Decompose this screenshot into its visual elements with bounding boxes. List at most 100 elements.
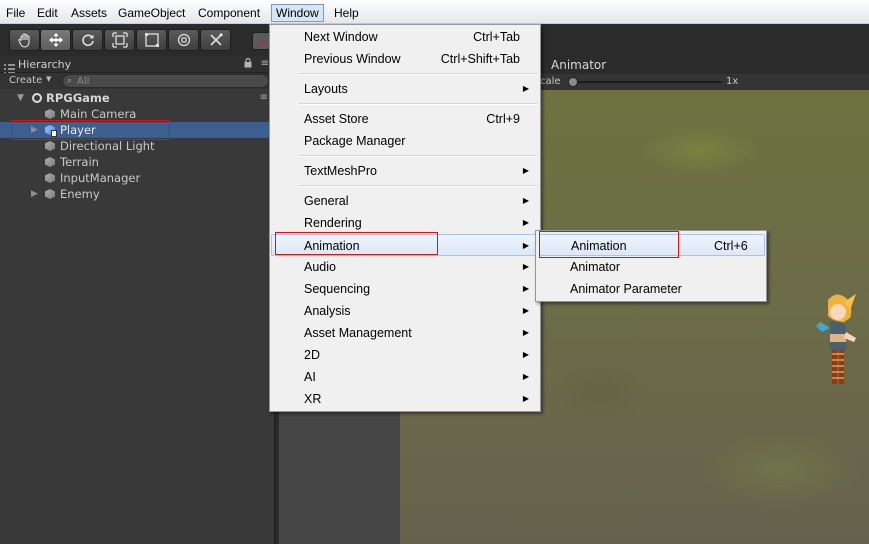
- submenu-item-animator-parameter[interactable]: Animator Parameter: [539, 278, 765, 300]
- hierarchy-item[interactable]: InputManager: [0, 170, 274, 186]
- animation-menu-highlight-box: [275, 232, 438, 255]
- menu-item-label: XR: [304, 392, 322, 406]
- hierarchy-item-label: Directional Light: [60, 139, 155, 153]
- menu-assets[interactable]: Assets: [71, 4, 107, 22]
- scene-row[interactable]: ▼ RPGGame ≡: [0, 90, 274, 106]
- submenu-arrow-icon: ▶: [522, 328, 529, 337]
- menu-edit[interactable]: Edit: [37, 4, 58, 22]
- menu-item-xr[interactable]: XR ▶: [271, 388, 539, 410]
- menu-item-label: Analysis: [304, 304, 351, 318]
- menu-item-label: Animator Parameter: [570, 282, 682, 296]
- menu-item-label: Sequencing: [304, 282, 371, 296]
- submenu-arrow-icon: ▶: [522, 372, 529, 381]
- create-caret-icon: ▼: [46, 75, 52, 83]
- menu-file[interactable]: File: [6, 4, 25, 22]
- menu-item-label: Layouts: [304, 82, 348, 96]
- menu-item-shortcut: Ctrl+9: [486, 112, 520, 126]
- scale-tool-icon[interactable]: [104, 29, 135, 51]
- player-highlight-box: [11, 120, 170, 140]
- menu-item-label: Previous Window: [304, 52, 401, 66]
- gameobject-cube-icon: [45, 157, 55, 167]
- search-icon: ⌕: [67, 76, 73, 86]
- menu-item-analysis[interactable]: Analysis ▶: [271, 300, 539, 322]
- move-tool-icon[interactable]: [40, 29, 71, 51]
- scale-bar: cale 1x: [540, 74, 869, 90]
- scene-menu-icon[interactable]: ≡: [260, 90, 268, 106]
- scale-slider-track[interactable]: [572, 81, 722, 83]
- menu-item-shortcut: Ctrl+Shift+Tab: [440, 52, 520, 66]
- menu-item-audio[interactable]: Audio ▶: [271, 256, 539, 278]
- menu-item-textmeshpro[interactable]: TextMeshPro ▶: [271, 160, 539, 182]
- rotate-tool-icon[interactable]: [72, 29, 103, 51]
- transform-tool-icon[interactable]: [168, 29, 199, 51]
- submenu-arrow-icon: ▶: [522, 241, 529, 250]
- submenu-arrow-icon: ▶: [522, 196, 529, 205]
- hierarchy-item-label: Terrain: [60, 155, 99, 169]
- menu-item-2d[interactable]: 2D ▶: [271, 344, 539, 366]
- scene-name: RPGGame: [46, 91, 110, 105]
- menu-item-ai[interactable]: AI ▶: [271, 366, 539, 388]
- menu-item-asset-store[interactable]: Asset Store Ctrl+9: [271, 108, 539, 130]
- menu-bar: File Edit Assets GameObject Component Wi…: [0, 0, 869, 24]
- lock-icon[interactable]: [244, 57, 252, 71]
- menu-item-label: Asset Store: [304, 112, 369, 126]
- submenu-arrow-icon: ▶: [522, 262, 529, 271]
- hierarchy-search-input[interactable]: ⌕ All: [62, 74, 269, 88]
- submenu-arrow-icon: ▶: [522, 306, 529, 315]
- menu-item-label: Animator: [570, 260, 621, 274]
- menu-help[interactable]: Help: [334, 4, 359, 22]
- menu-item-asset-management[interactable]: Asset Management ▶: [271, 322, 539, 344]
- expand-arrow-icon[interactable]: ▼: [17, 90, 24, 106]
- scale-value: 1x: [726, 76, 739, 87]
- menu-item-shortcut: Ctrl+6: [714, 239, 748, 253]
- menu-separator: [299, 155, 538, 157]
- menu-item-label: 2D: [304, 348, 320, 362]
- menu-separator: [299, 73, 538, 75]
- gameobject-cube-icon: [45, 141, 55, 151]
- hierarchy-item[interactable]: Directional Light: [0, 138, 274, 154]
- menu-item-next-window[interactable]: Next Window Ctrl+Tab: [271, 26, 539, 48]
- hierarchy-tab[interactable]: Hierarchy ≡: [0, 56, 274, 74]
- menu-component[interactable]: Component: [198, 4, 260, 22]
- menu-item-sequencing[interactable]: Sequencing ▶: [271, 278, 539, 300]
- menu-separator: [299, 185, 538, 187]
- panel-menu-icon[interactable]: ≡: [261, 57, 269, 71]
- menu-item-label: Asset Management: [304, 326, 412, 340]
- create-dropdown[interactable]: Create: [9, 74, 42, 88]
- menu-item-label: Next Window: [304, 30, 378, 44]
- menu-item-label: Audio: [304, 260, 336, 274]
- menu-item-previous-window[interactable]: Previous Window Ctrl+Shift+Tab: [271, 48, 539, 70]
- menu-item-label: Rendering: [304, 216, 362, 230]
- menu-item-package-manager[interactable]: Package Manager: [271, 130, 539, 152]
- rect-tool-icon[interactable]: [136, 29, 167, 51]
- hierarchy-item[interactable]: ▶ Enemy: [0, 186, 274, 202]
- hierarchy-search-bar: Create ▼ ⌕ All: [0, 73, 274, 89]
- hand-tool-icon[interactable]: [9, 29, 40, 51]
- submenu-arrow-icon: ▶: [522, 394, 529, 403]
- animation-submenu-highlight-box: [539, 231, 679, 258]
- menu-item-layouts[interactable]: Layouts ▶: [271, 78, 539, 100]
- hierarchy-tab-label: Hierarchy: [18, 58, 72, 71]
- expand-arrow-icon[interactable]: ▶: [31, 186, 38, 202]
- hierarchy-item-label: Enemy: [60, 187, 100, 201]
- hierarchy-item[interactable]: Terrain: [0, 154, 274, 170]
- menu-item-shortcut: Ctrl+Tab: [473, 30, 520, 44]
- menu-item-general[interactable]: General ▶: [271, 190, 539, 212]
- submenu-arrow-icon: ▶: [522, 284, 529, 293]
- animator-tab-label[interactable]: Animator: [551, 58, 606, 72]
- scale-slider-knob[interactable]: [568, 77, 578, 87]
- gameobject-cube-icon: [45, 173, 55, 183]
- custom-tool-icon[interactable]: [200, 29, 231, 51]
- menu-item-label: General: [304, 194, 349, 208]
- submenu-arrow-icon: ▶: [522, 350, 529, 359]
- menu-window[interactable]: Window: [271, 4, 324, 22]
- menu-item-label: TextMeshPro: [304, 164, 377, 178]
- submenu-arrow-icon: ▶: [522, 84, 529, 93]
- menu-item-label: Package Manager: [304, 134, 406, 148]
- menu-separator: [299, 103, 538, 105]
- menu-gameobject[interactable]: GameObject: [118, 4, 185, 22]
- menu-item-rendering[interactable]: Rendering ▶: [271, 212, 539, 234]
- submenu-item-animator[interactable]: Animator: [539, 256, 765, 278]
- submenu-arrow-icon: ▶: [522, 166, 529, 175]
- gameobject-cube-icon: [45, 189, 55, 199]
